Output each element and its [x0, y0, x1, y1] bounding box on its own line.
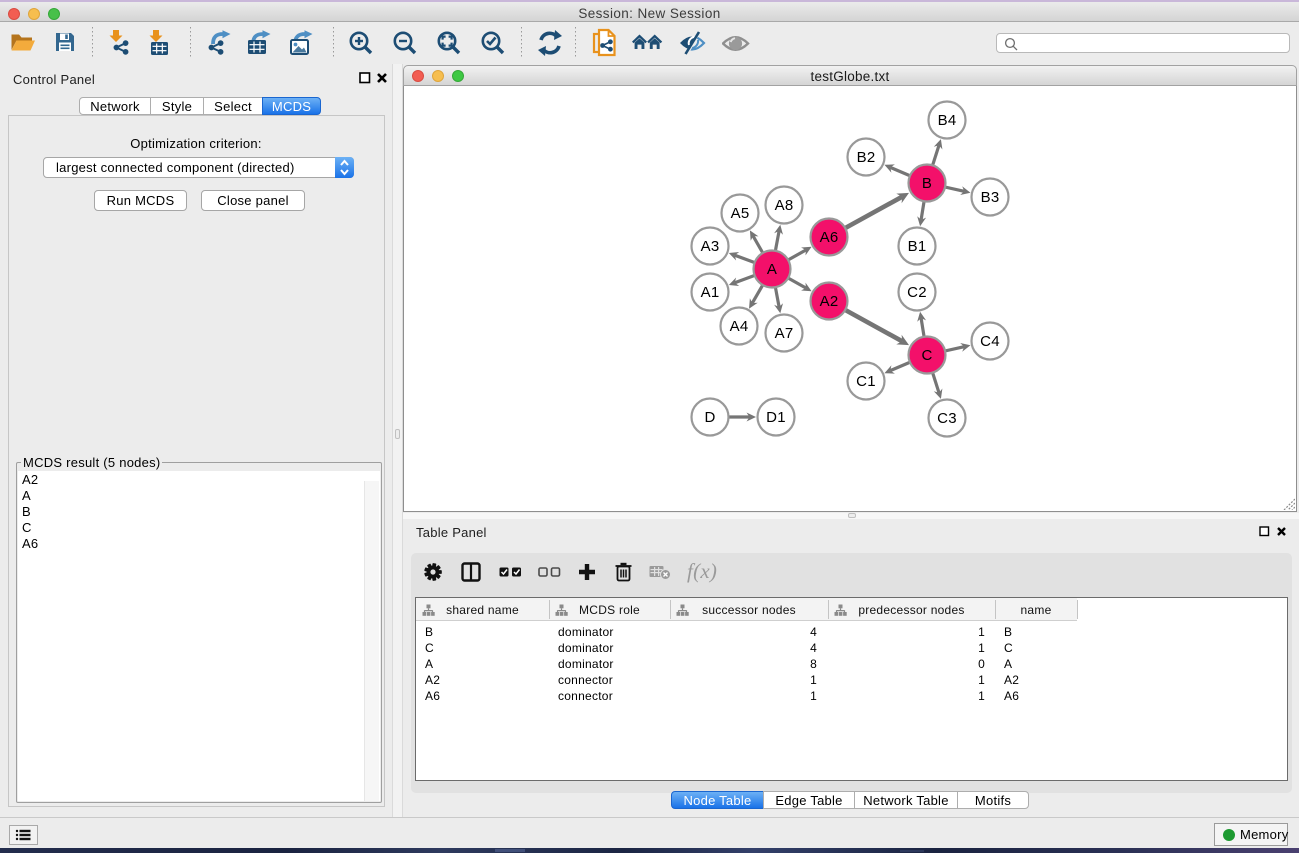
svg-text:C4: C4	[980, 333, 1000, 350]
svg-text:C1: C1	[856, 373, 876, 390]
svg-text:C2: C2	[907, 284, 927, 301]
svg-text:A2: A2	[820, 293, 839, 310]
svg-text:B3: B3	[981, 189, 1000, 206]
svg-text:B4: B4	[938, 112, 957, 129]
svg-text:C: C	[921, 347, 932, 364]
svg-text:C3: C3	[937, 410, 957, 427]
svg-text:B1: B1	[908, 238, 927, 255]
svg-text:D: D	[704, 409, 715, 426]
svg-text:A6: A6	[820, 229, 839, 246]
svg-text:A5: A5	[731, 205, 750, 222]
svg-text:B: B	[922, 175, 932, 192]
svg-text:A3: A3	[701, 238, 720, 255]
svg-text:A1: A1	[701, 284, 720, 301]
svg-text:A: A	[767, 261, 777, 278]
svg-text:A8: A8	[775, 197, 794, 214]
svg-text:D1: D1	[766, 409, 786, 426]
svg-text:B2: B2	[857, 149, 876, 166]
svg-text:A7: A7	[775, 325, 794, 342]
svg-text:A4: A4	[730, 318, 749, 335]
